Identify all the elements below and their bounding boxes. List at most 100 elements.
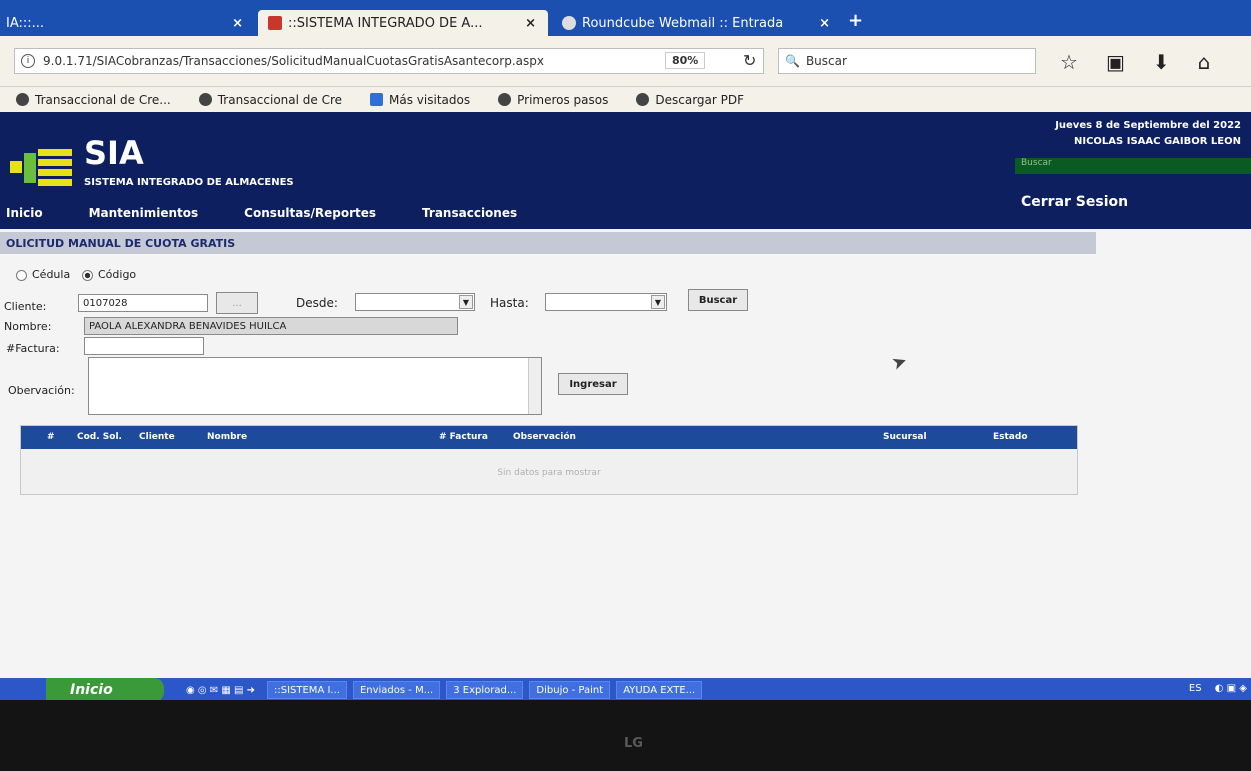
- mouse-pointer-icon: ➤: [888, 350, 911, 375]
- tab-label: ::SISTEMA INTEGRADO DE A...: [288, 15, 483, 31]
- column-header[interactable]: Observación: [513, 432, 576, 442]
- monitor-logo: LG: [624, 736, 643, 751]
- info-icon[interactable]: i: [21, 54, 35, 68]
- taskbar-item[interactable]: 3 Explorad...: [446, 681, 524, 699]
- menu-item-mantenimientos[interactable]: Mantenimientos: [89, 206, 199, 220]
- monitor-bezel: LG: [0, 700, 1251, 771]
- taskbar-item[interactable]: ::SISTEMA I...: [267, 681, 347, 699]
- cliente-label: Cliente:: [4, 300, 47, 313]
- radio-selected-icon: [82, 269, 93, 281]
- globe-icon: [16, 93, 29, 106]
- url-text: 9.0.1.71/SIACobranzas/Transacciones/Soli…: [43, 54, 544, 68]
- cliente-input[interactable]: 0107028: [78, 294, 208, 312]
- nombre-field: PAOLA ALEXANDRA BENAVIDES HUILCA: [84, 317, 458, 335]
- column-header[interactable]: # Factura: [439, 432, 488, 442]
- ingresar-button[interactable]: Ingresar: [558, 373, 628, 395]
- bookmark-item[interactable]: Transaccional de Cre...: [16, 93, 171, 107]
- header-search-input[interactable]: Buscar: [1015, 158, 1251, 174]
- url-bar[interactable]: i 9.0.1.71/SIACobranzas/Transacciones/So…: [14, 48, 764, 74]
- cliente-lookup-button[interactable]: ...: [216, 292, 258, 314]
- app-header: SIA SISTEMA INTEGRADO DE ALMACENES Jueve…: [0, 112, 1251, 229]
- download-icon[interactable]: ⬇: [1153, 50, 1170, 74]
- screen: IA:::... × ::SISTEMA INTEGRADO DE A... ×…: [0, 0, 1251, 700]
- search-placeholder: Buscar: [805, 54, 847, 68]
- radio-cedula[interactable]: Cédula: [16, 268, 70, 281]
- globe-icon: [198, 93, 212, 106]
- chevron-down-icon[interactable]: ▼: [651, 295, 665, 309]
- main-menu: Inicio Mantenimientos Consultas/Reportes…: [6, 206, 563, 220]
- bookmark-item[interactable]: Primeros pasos: [498, 93, 608, 107]
- search-icon: 🔍: [785, 54, 800, 68]
- taskbar-item[interactable]: Enviados - M...: [352, 681, 441, 699]
- factura-label: #Factura:: [6, 342, 60, 355]
- column-header[interactable]: Cliente: [139, 432, 175, 442]
- tab-label: Roundcube Webmail :: Entrada: [582, 15, 784, 31]
- radio-codigo[interactable]: Código: [82, 268, 136, 281]
- globe-icon: [636, 93, 650, 106]
- header-info: Jueves 8 de Septiembre del 2022 NICOLAS …: [1055, 118, 1241, 150]
- bookmarks-bar: Transaccional de Cre... Transaccional de…: [0, 87, 1251, 112]
- column-header[interactable]: Nombre: [207, 432, 247, 442]
- menu-item-consultas[interactable]: Consultas/Reportes: [244, 206, 376, 220]
- favicon-icon: [562, 16, 576, 30]
- page-title: OLICITUD MANUAL DE CUOTA GRATIS: [0, 232, 1096, 254]
- quick-launch-icons[interactable]: ◉ ◎ ✉ ▦ ▤ ➜: [180, 681, 261, 699]
- close-icon[interactable]: ×: [232, 16, 243, 31]
- tray-icons[interactable]: ◐ ▣ ◈: [1215, 683, 1247, 694]
- star-icon[interactable]: ☆: [1060, 50, 1078, 74]
- new-tab-button[interactable]: +: [848, 10, 863, 31]
- language-indicator[interactable]: ES: [1189, 683, 1202, 694]
- taskbar-item[interactable]: AYUDA EXTE...: [616, 681, 703, 699]
- column-header[interactable]: Sucursal: [883, 432, 927, 442]
- taskbar-item[interactable]: Dibujo - Paint: [529, 681, 611, 699]
- hasta-label: Hasta:: [490, 296, 529, 310]
- browser-nav-bar: i 9.0.1.71/SIACobranzas/Transacciones/So…: [0, 36, 1251, 87]
- close-icon[interactable]: ×: [525, 16, 536, 31]
- folder-icon: [370, 93, 384, 106]
- favicon-icon: [268, 16, 282, 30]
- tab-previous[interactable]: IA:::... ×: [0, 10, 255, 36]
- clipboard-icon[interactable]: ▣: [1106, 50, 1125, 74]
- app-subtitle: SISTEMA INTEGRADO DE ALMACENES: [84, 177, 294, 188]
- close-icon[interactable]: ×: [819, 16, 830, 31]
- home-icon[interactable]: ⌂: [1198, 50, 1211, 74]
- taskbar-items: ◉ ◎ ✉ ▦ ▤ ➜ ::SISTEMA I... Enviados - M.…: [180, 681, 703, 699]
- windows-taskbar: Inicio ◉ ◎ ✉ ▦ ▤ ➜ ::SISTEMA I... Enviad…: [0, 678, 1251, 700]
- scrollbar[interactable]: [528, 358, 541, 414]
- nombre-label: Nombre:: [4, 320, 52, 333]
- sia-logo-icon: [10, 147, 74, 187]
- column-header[interactable]: Estado: [993, 432, 1028, 442]
- menu-item-inicio[interactable]: Inicio: [6, 206, 43, 220]
- desde-label: Desde:: [296, 296, 338, 310]
- browser-search-input[interactable]: 🔍 Buscar: [778, 48, 1036, 74]
- browser-toolbar-icons: ☆ ▣ ⬇ ⌂: [1060, 50, 1210, 74]
- tab-roundcube[interactable]: Roundcube Webmail :: Entrada ×: [552, 10, 842, 36]
- factura-input[interactable]: [84, 337, 204, 355]
- desde-date-input[interactable]: ▼: [355, 293, 475, 311]
- bookmark-item[interactable]: Transaccional de Cre: [198, 93, 342, 107]
- column-header[interactable]: Cod. Sol.: [77, 432, 122, 442]
- buscar-button[interactable]: Buscar: [688, 289, 748, 311]
- empty-message: Sin datos para mostrar: [497, 468, 601, 478]
- current-date: Jueves 8 de Septiembre del 2022: [1055, 120, 1241, 131]
- table-header: # Cod. Sol. Cliente Nombre # Factura Obs…: [21, 426, 1077, 449]
- logout-link[interactable]: Cerrar Sesion: [1021, 194, 1128, 210]
- bookmark-item[interactable]: Descargar PDF: [636, 93, 744, 107]
- observacion-textarea[interactable]: [88, 357, 542, 415]
- user-name: NICOLAS ISAAC GAIBOR LEON: [1074, 136, 1241, 147]
- app-name: SIA: [84, 134, 144, 172]
- observacion-label: Obervación:: [8, 384, 75, 397]
- bookmark-item[interactable]: Más visitados: [370, 93, 470, 107]
- reload-icon[interactable]: ↻: [743, 51, 756, 70]
- column-header[interactable]: #: [47, 432, 55, 442]
- tab-sistema-integrado[interactable]: ::SISTEMA INTEGRADO DE A... ×: [258, 10, 548, 36]
- system-tray: ES ◐ ▣ ◈: [1189, 683, 1247, 694]
- menu-item-transacciones[interactable]: Transacciones: [422, 206, 517, 220]
- start-button[interactable]: Inicio: [46, 678, 164, 700]
- hasta-date-input[interactable]: ▼: [545, 293, 667, 311]
- zoom-indicator[interactable]: 80%: [665, 52, 706, 69]
- radio-icon: [16, 269, 27, 281]
- tab-label: IA:::...: [6, 15, 45, 31]
- chevron-down-icon[interactable]: ▼: [459, 295, 473, 309]
- globe-icon: [498, 93, 512, 106]
